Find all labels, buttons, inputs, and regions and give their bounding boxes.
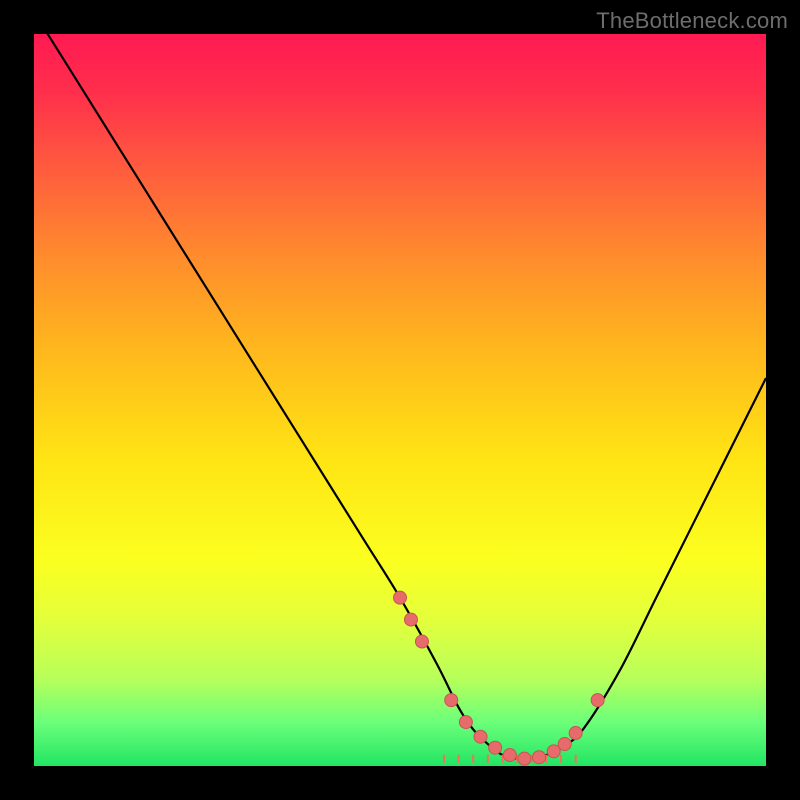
bottleneck-curve: [34, 12, 766, 759]
highlight-dots: [394, 591, 605, 765]
highlight-dot: [404, 613, 417, 626]
highlight-dot: [445, 694, 458, 707]
bottleneck-chart: [34, 34, 766, 766]
highlight-dot: [518, 752, 531, 765]
highlight-dot: [558, 738, 571, 751]
chart-area: [34, 34, 766, 766]
highlight-dot: [503, 749, 516, 762]
watermark-text: TheBottleneck.com: [596, 8, 788, 34]
highlight-dot: [533, 751, 546, 764]
highlight-dot: [474, 730, 487, 743]
highlight-dot: [459, 716, 472, 729]
highlight-dot: [394, 591, 407, 604]
highlight-dot: [547, 745, 560, 758]
highlight-dot: [415, 635, 428, 648]
highlight-dot: [569, 727, 582, 740]
highlight-dot: [591, 694, 604, 707]
highlight-dot: [489, 741, 502, 754]
